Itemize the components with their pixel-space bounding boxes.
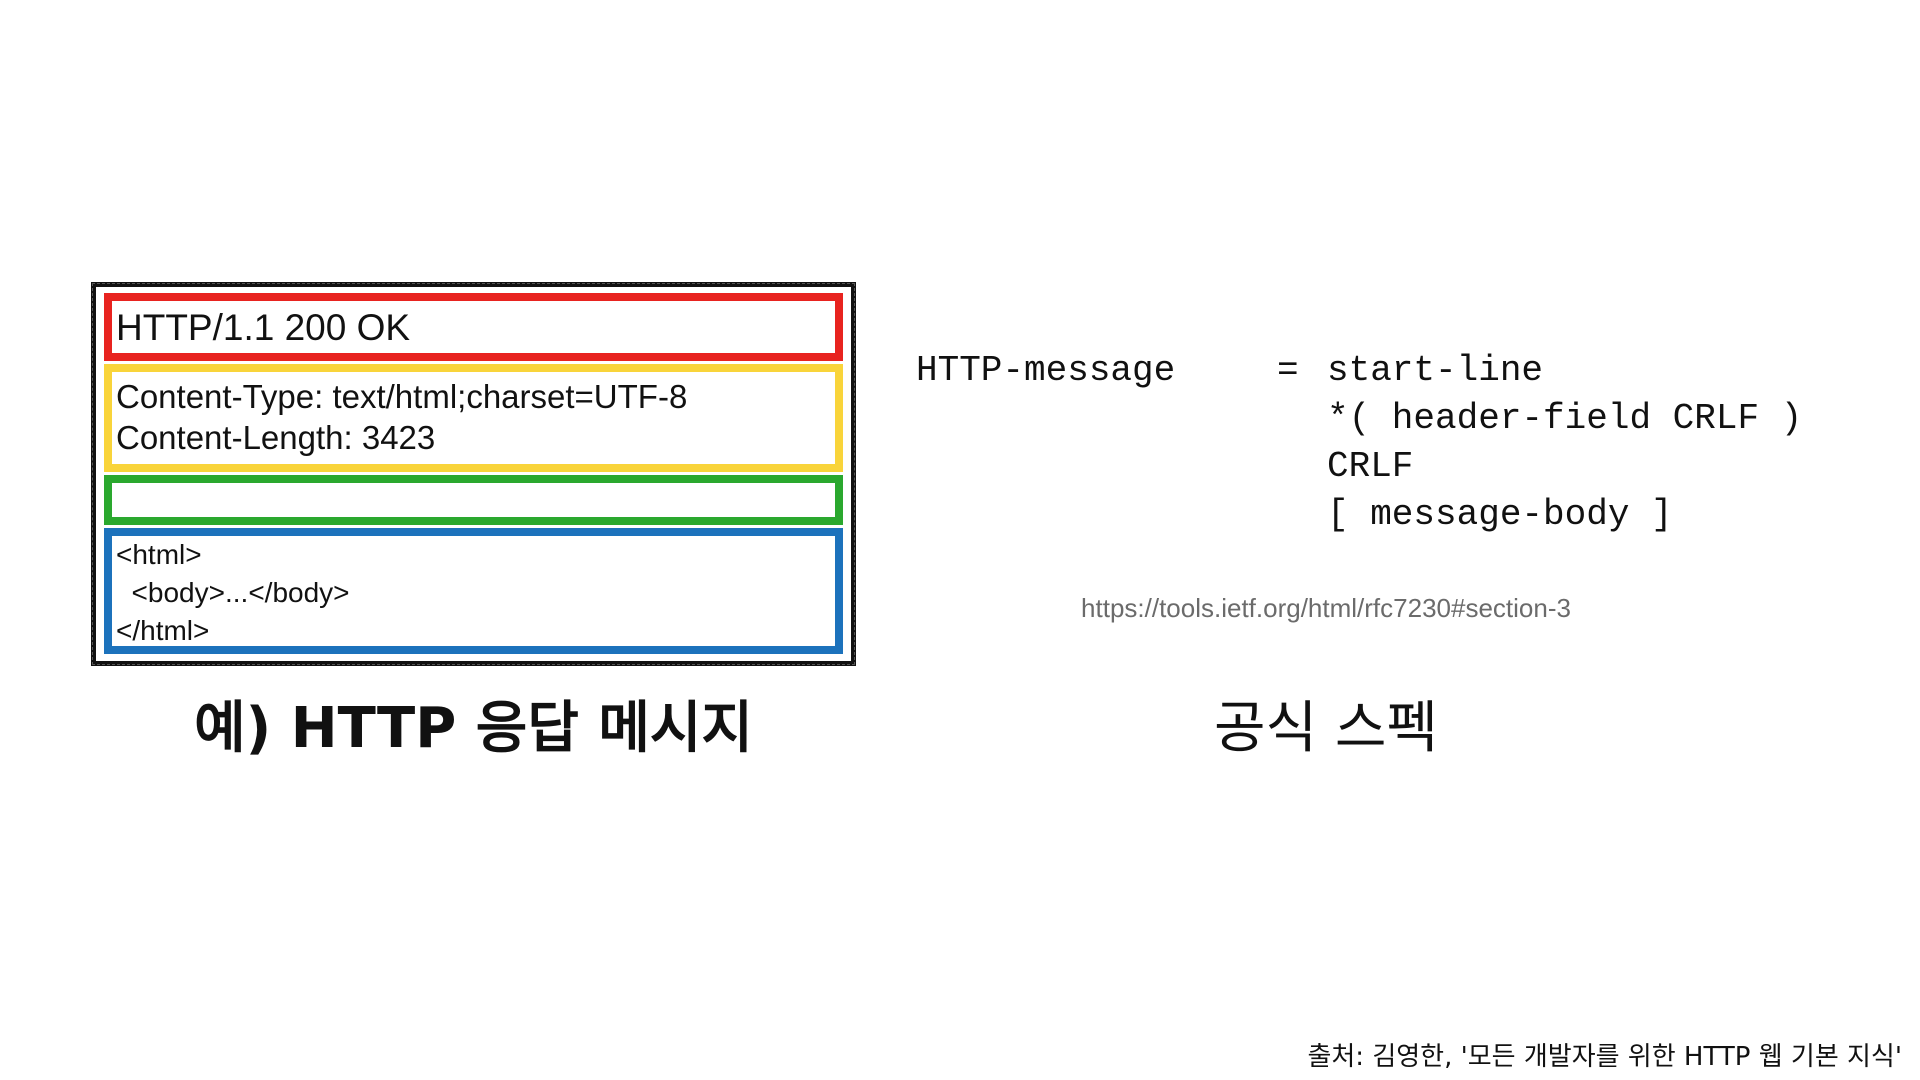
empty-line-section bbox=[104, 475, 843, 525]
spec-rule-start-line: start-line bbox=[1327, 350, 1544, 391]
spec-caption: 공식 스펙 bbox=[1214, 696, 1438, 761]
spec-rule-name: HTTP-message bbox=[916, 350, 1176, 391]
body-line: <html> bbox=[116, 539, 202, 570]
header-field-content-type: Content-Type: text/html;charset=UTF-8 bbox=[116, 378, 688, 415]
abnf-spec: HTTP-message = start-line *( header-fiel… bbox=[916, 350, 1876, 560]
spec-rule-crlf: CRLF bbox=[1327, 446, 1414, 487]
http-response-example-frame: HTTP/1.1 200 OK Content-Type: text/html;… bbox=[91, 282, 856, 666]
spec-rule-message-body: [ message-body ] bbox=[1327, 494, 1673, 535]
message-body-section: <html> <body>...</body> </html> bbox=[104, 528, 843, 654]
header-field-content-length: Content-Length: 3423 bbox=[116, 419, 436, 456]
body-line: </html> bbox=[116, 615, 210, 646]
start-line-text: HTTP/1.1 200 OK bbox=[116, 307, 411, 348]
source-credit: 출처: 김영한, '모든 개발자를 위한 HTTP 웹 기본 지식' bbox=[1307, 1042, 1902, 1072]
spec-rule-header-fields: *( header-field CRLF ) bbox=[1327, 398, 1803, 439]
body-line: <body>...</body> bbox=[116, 577, 350, 608]
spec-equals: = bbox=[1277, 350, 1299, 391]
spec-url-link[interactable]: https://tools.ietf.org/html/rfc7230#sect… bbox=[916, 593, 1736, 624]
example-caption: 예) HTTP 응답 메시지 bbox=[194, 696, 753, 761]
start-line-section: HTTP/1.1 200 OK bbox=[104, 293, 843, 361]
header-fields-section: Content-Type: text/html;charset=UTF-8 Co… bbox=[104, 364, 843, 472]
